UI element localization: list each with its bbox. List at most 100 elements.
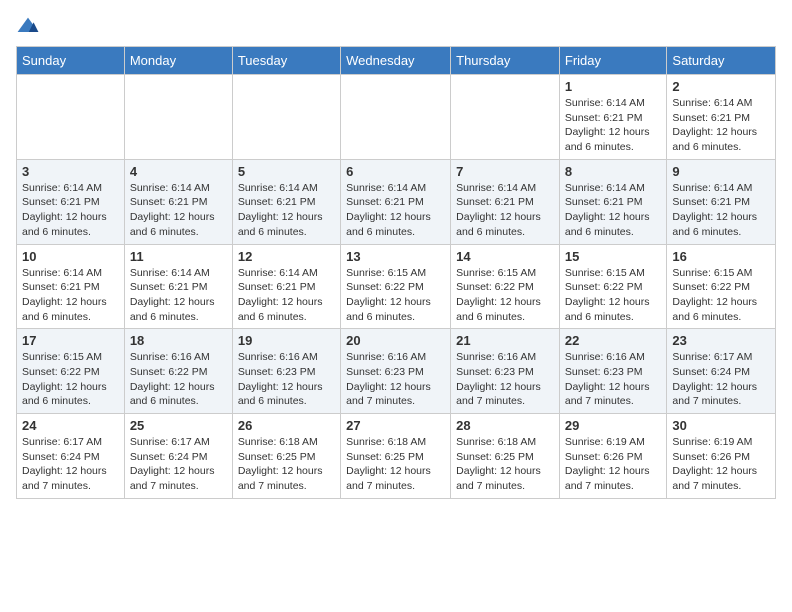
weekday-header-sunday: Sunday <box>17 47 125 75</box>
calendar: SundayMondayTuesdayWednesdayThursdayFrid… <box>16 46 776 499</box>
day-number: 16 <box>672 249 770 264</box>
calendar-cell-5-1: 24Sunrise: 6:17 AM Sunset: 6:24 PM Dayli… <box>17 414 125 499</box>
day-number: 20 <box>346 333 445 348</box>
calendar-cell-1-6: 1 Sunrise: 6:14 AM Sunset: 6:21 PM Daylig… <box>559 75 667 160</box>
day-number: 1 <box>565 79 662 94</box>
calendar-cell-4-2: 18Sunrise: 6:16 AM Sunset: 6:22 PM Dayli… <box>124 329 232 414</box>
day-info: Sunrise: 6:14 AM Sunset: 6:21 PM Dayligh… <box>672 181 770 240</box>
calendar-cell-2-5: 7 Sunrise: 6:14 AM Sunset: 6:21 PM Daylig… <box>451 159 560 244</box>
day-number: 9 <box>672 164 770 179</box>
calendar-cell-3-6: 15 Sunrise: 6:15 AM Sunset: 6:22 PM Dayli… <box>559 244 667 329</box>
day-number: 17 <box>22 333 119 348</box>
day-number: 4 <box>130 164 227 179</box>
calendar-cell-4-6: 22 Sunrise: 6:16 AM Sunset: 6:23 PM Dayli… <box>559 329 667 414</box>
day-number: 15 <box>565 249 662 264</box>
calendar-cell-5-7: 30 Sunrise: 6:19 AM Sunset: 6:26 PM Dayli… <box>667 414 776 499</box>
day-info: Sunrise: 6:16 AM Sunset: 6:23 PM Dayligh… <box>238 350 335 409</box>
day-number: 10 <box>22 249 119 264</box>
day-info: Sunrise: 6:14 AM Sunset: 6:21 PM Dayligh… <box>238 266 335 325</box>
calendar-cell-4-3: 19Sunrise: 6:16 AM Sunset: 6:23 PM Dayli… <box>232 329 340 414</box>
weekday-header-monday: Monday <box>124 47 232 75</box>
calendar-cell-2-2: 4 Sunrise: 6:14 AM Sunset: 6:21 PM Daylig… <box>124 159 232 244</box>
calendar-cell-5-6: 29 Sunrise: 6:19 AM Sunset: 6:26 PM Dayli… <box>559 414 667 499</box>
day-number: 12 <box>238 249 335 264</box>
calendar-cell-4-7: 23 Sunrise: 6:17 AM Sunset: 6:24 PM Dayli… <box>667 329 776 414</box>
day-info: Sunrise: 6:14 AM Sunset: 6:21 PM Dayligh… <box>456 181 554 240</box>
calendar-cell-2-3: 5 Sunrise: 6:14 AM Sunset: 6:21 PM Daylig… <box>232 159 340 244</box>
calendar-cell-1-3 <box>232 75 340 160</box>
day-info: Sunrise: 6:18 AM Sunset: 6:25 PM Dayligh… <box>238 435 335 494</box>
day-number: 11 <box>130 249 227 264</box>
day-number: 29 <box>565 418 662 433</box>
calendar-week-row-5: 24Sunrise: 6:17 AM Sunset: 6:24 PM Dayli… <box>17 414 776 499</box>
day-number: 26 <box>238 418 335 433</box>
calendar-cell-3-1: 10 Sunrise: 6:14 AM Sunset: 6:21 PM Dayli… <box>17 244 125 329</box>
logo-icon <box>16 16 40 36</box>
calendar-cell-1-1 <box>17 75 125 160</box>
day-number: 27 <box>346 418 445 433</box>
day-number: 5 <box>238 164 335 179</box>
day-number: 22 <box>565 333 662 348</box>
day-info: Sunrise: 6:16 AM Sunset: 6:23 PM Dayligh… <box>565 350 662 409</box>
calendar-cell-5-5: 28 Sunrise: 6:18 AM Sunset: 6:25 PM Dayli… <box>451 414 560 499</box>
day-number: 21 <box>456 333 554 348</box>
day-info: Sunrise: 6:18 AM Sunset: 6:25 PM Dayligh… <box>346 435 445 494</box>
calendar-cell-5-4: 27 Sunrise: 6:18 AM Sunset: 6:25 PM Dayli… <box>341 414 451 499</box>
day-info: Sunrise: 6:14 AM Sunset: 6:21 PM Dayligh… <box>130 181 227 240</box>
day-number: 23 <box>672 333 770 348</box>
day-info: Sunrise: 6:14 AM Sunset: 6:21 PM Dayligh… <box>22 181 119 240</box>
day-info: Sunrise: 6:15 AM Sunset: 6:22 PM Dayligh… <box>346 266 445 325</box>
day-number: 7 <box>456 164 554 179</box>
calendar-cell-3-4: 13 Sunrise: 6:15 AM Sunset: 6:22 PM Dayli… <box>341 244 451 329</box>
calendar-cell-2-1: 3 Sunrise: 6:14 AM Sunset: 6:21 PM Daylig… <box>17 159 125 244</box>
logo <box>16 16 44 36</box>
day-info: Sunrise: 6:14 AM Sunset: 6:21 PM Dayligh… <box>130 266 227 325</box>
day-info: Sunrise: 6:19 AM Sunset: 6:26 PM Dayligh… <box>565 435 662 494</box>
calendar-cell-1-2 <box>124 75 232 160</box>
day-info: Sunrise: 6:14 AM Sunset: 6:21 PM Dayligh… <box>22 266 119 325</box>
day-number: 25 <box>130 418 227 433</box>
day-info: Sunrise: 6:14 AM Sunset: 6:21 PM Dayligh… <box>565 96 662 155</box>
calendar-cell-3-3: 12 Sunrise: 6:14 AM Sunset: 6:21 PM Dayli… <box>232 244 340 329</box>
calendar-cell-1-7: 2Sunrise: 6:14 AM Sunset: 6:21 PM Daylig… <box>667 75 776 160</box>
day-info: Sunrise: 6:14 AM Sunset: 6:21 PM Dayligh… <box>346 181 445 240</box>
calendar-cell-3-2: 11 Sunrise: 6:14 AM Sunset: 6:21 PM Dayli… <box>124 244 232 329</box>
calendar-cell-4-5: 21 Sunrise: 6:16 AM Sunset: 6:23 PM Dayli… <box>451 329 560 414</box>
day-number: 3 <box>22 164 119 179</box>
day-number: 8 <box>565 164 662 179</box>
day-number: 2 <box>672 79 770 94</box>
day-number: 14 <box>456 249 554 264</box>
day-info: Sunrise: 6:16 AM Sunset: 6:23 PM Dayligh… <box>456 350 554 409</box>
weekday-header-friday: Friday <box>559 47 667 75</box>
calendar-header-row: SundayMondayTuesdayWednesdayThursdayFrid… <box>17 47 776 75</box>
day-info: Sunrise: 6:16 AM Sunset: 6:23 PM Dayligh… <box>346 350 445 409</box>
calendar-cell-5-2: 25 Sunrise: 6:17 AM Sunset: 6:24 PM Dayli… <box>124 414 232 499</box>
calendar-week-row-4: 17 Sunrise: 6:15 AM Sunset: 6:22 PM Dayli… <box>17 329 776 414</box>
calendar-cell-2-7: 9 Sunrise: 6:14 AM Sunset: 6:21 PM Daylig… <box>667 159 776 244</box>
weekday-header-tuesday: Tuesday <box>232 47 340 75</box>
day-number: 30 <box>672 418 770 433</box>
calendar-cell-5-3: 26 Sunrise: 6:18 AM Sunset: 6:25 PM Dayli… <box>232 414 340 499</box>
day-info: Sunrise: 6:15 AM Sunset: 6:22 PM Dayligh… <box>22 350 119 409</box>
day-info: Sunrise: 6:17 AM Sunset: 6:24 PM Dayligh… <box>672 350 770 409</box>
day-number: 13 <box>346 249 445 264</box>
calendar-cell-4-4: 20 Sunrise: 6:16 AM Sunset: 6:23 PM Dayli… <box>341 329 451 414</box>
weekday-header-saturday: Saturday <box>667 47 776 75</box>
day-info: Sunrise: 6:15 AM Sunset: 6:22 PM Dayligh… <box>565 266 662 325</box>
day-number: 6 <box>346 164 445 179</box>
calendar-cell-3-7: 16Sunrise: 6:15 AM Sunset: 6:22 PM Dayli… <box>667 244 776 329</box>
day-info: Sunrise: 6:18 AM Sunset: 6:25 PM Dayligh… <box>456 435 554 494</box>
calendar-cell-2-6: 8Sunrise: 6:14 AM Sunset: 6:21 PM Daylig… <box>559 159 667 244</box>
calendar-cell-3-5: 14Sunrise: 6:15 AM Sunset: 6:22 PM Dayli… <box>451 244 560 329</box>
header <box>16 16 776 36</box>
day-number: 28 <box>456 418 554 433</box>
day-info: Sunrise: 6:17 AM Sunset: 6:24 PM Dayligh… <box>130 435 227 494</box>
calendar-cell-1-5 <box>451 75 560 160</box>
calendar-cell-4-1: 17 Sunrise: 6:15 AM Sunset: 6:22 PM Dayli… <box>17 329 125 414</box>
day-info: Sunrise: 6:17 AM Sunset: 6:24 PM Dayligh… <box>22 435 119 494</box>
calendar-body: 1 Sunrise: 6:14 AM Sunset: 6:21 PM Daylig… <box>17 75 776 499</box>
day-info: Sunrise: 6:14 AM Sunset: 6:21 PM Dayligh… <box>238 181 335 240</box>
weekday-header-thursday: Thursday <box>451 47 560 75</box>
day-info: Sunrise: 6:19 AM Sunset: 6:26 PM Dayligh… <box>672 435 770 494</box>
calendar-cell-1-4 <box>341 75 451 160</box>
